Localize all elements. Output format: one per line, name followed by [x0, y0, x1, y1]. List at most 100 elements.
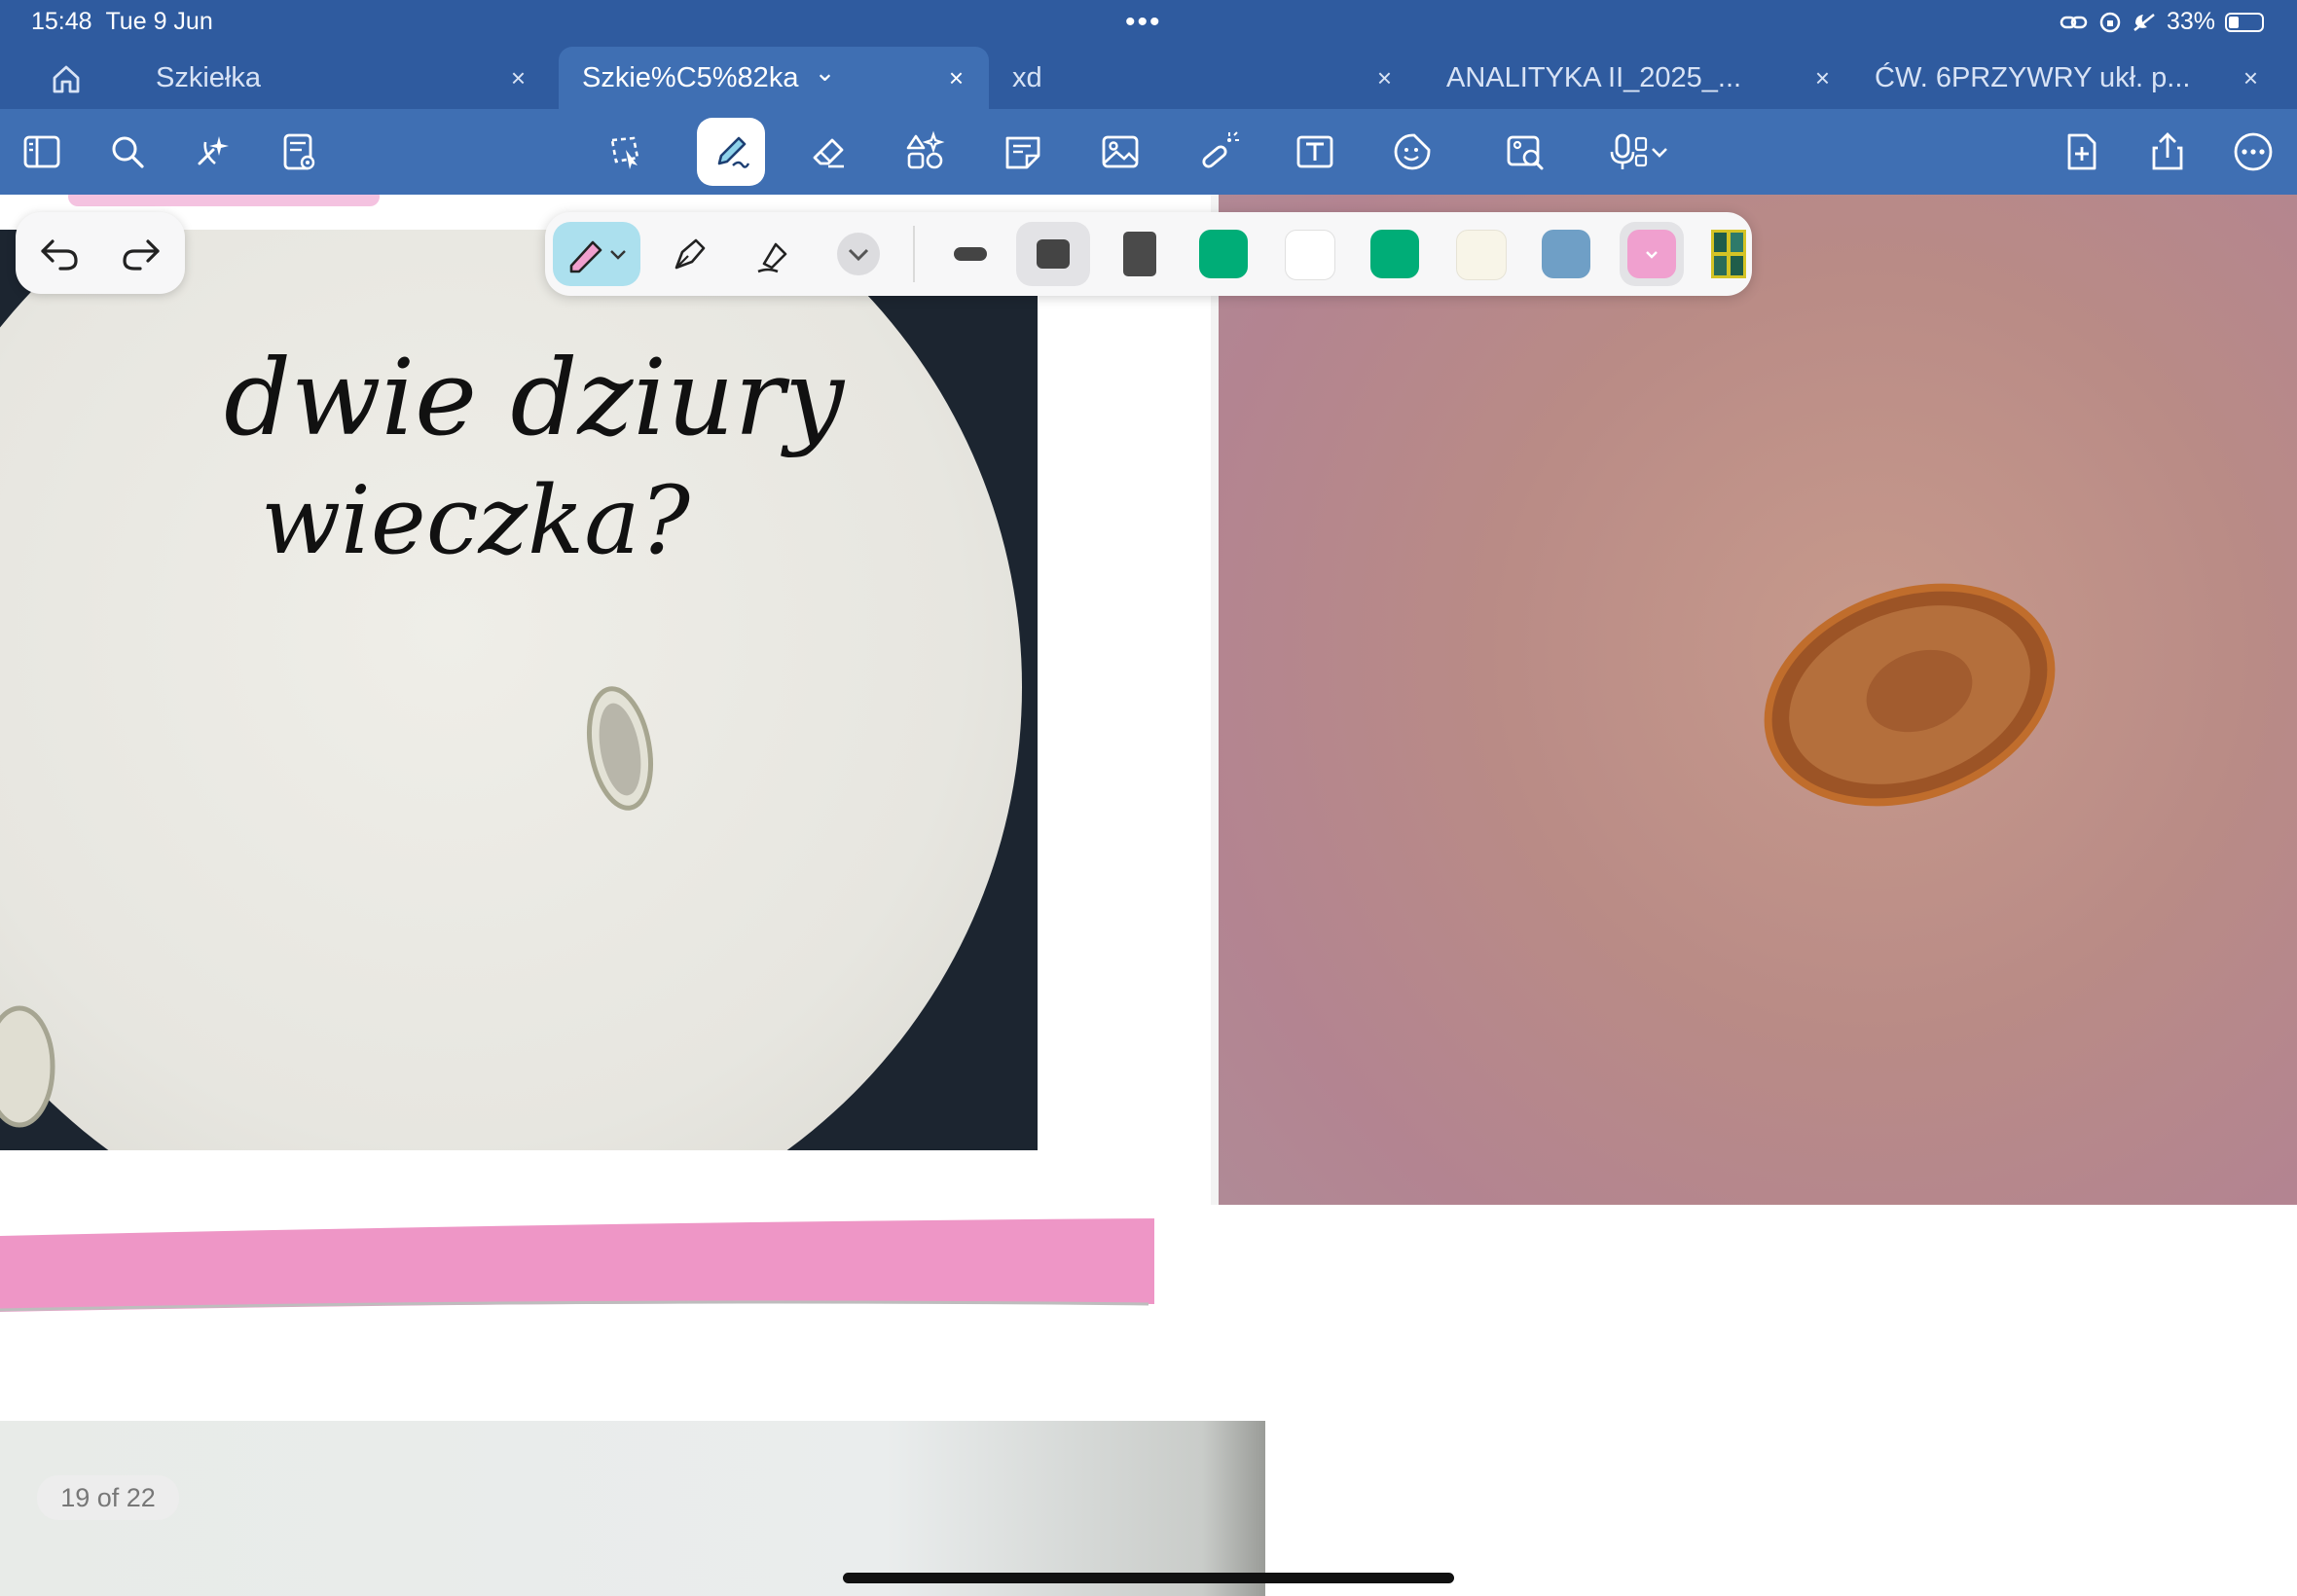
- more-button[interactable]: [2225, 125, 2281, 179]
- fountain-pen-icon: [675, 238, 706, 270]
- battery-percentage: 33%: [2166, 8, 2215, 35]
- color-swatch-green-2[interactable]: [1370, 230, 1419, 278]
- pink-highlight-strip: [0, 1218, 1154, 1312]
- tab-label: ANALITYKA II_2025_...: [1446, 62, 1742, 93]
- status-bar: 15:48 Tue 9 Jun ••• 33%: [0, 0, 2297, 47]
- color-swatch-cream[interactable]: [1456, 230, 1507, 280]
- eraser-button[interactable]: [800, 125, 857, 179]
- tab-close-icon[interactable]: ×: [949, 47, 964, 109]
- chevron-down-icon: [610, 250, 626, 260]
- undo-redo-toolbar: [16, 212, 185, 294]
- stroke-size-medium: [1037, 239, 1070, 269]
- pink-highlight-stroke: [68, 195, 380, 206]
- more-pens-button[interactable]: [833, 222, 884, 286]
- pen-type-selector[interactable]: [553, 222, 640, 286]
- stroke-size-thick: [1123, 232, 1156, 276]
- color-grid-button[interactable]: [1711, 230, 1746, 278]
- tab-label: xd: [1012, 62, 1042, 93]
- shapes-button[interactable]: [897, 125, 954, 179]
- tab-close-icon[interactable]: ×: [1815, 47, 1830, 109]
- status-date: Tue 9 Jun: [105, 8, 213, 35]
- sidebar-icon: [23, 135, 60, 168]
- tab-close-icon[interactable]: ×: [511, 47, 526, 109]
- note-canvas[interactable]: dwie dziury wieczka?: [0, 195, 2297, 1596]
- fountain-pen-button[interactable]: [656, 222, 724, 286]
- redo-icon[interactable]: [117, 230, 165, 278]
- rotation-lock-icon: [2099, 12, 2121, 32]
- parasite-egg: [587, 686, 653, 811]
- image-search-button[interactable]: [1497, 125, 1553, 179]
- parasite-egg-partial: [0, 1005, 55, 1128]
- color-swatch-blue[interactable]: [1542, 230, 1590, 278]
- text-box-button[interactable]: [1287, 125, 1343, 179]
- eraser-icon: [813, 138, 844, 168]
- undo-icon[interactable]: [35, 230, 84, 278]
- color-grid-icon: [1711, 230, 1746, 278]
- microscope-image-right[interactable]: [1211, 195, 2297, 1205]
- tab-label: Szkiełka: [156, 62, 261, 93]
- sticky-note-button[interactable]: [995, 125, 1051, 179]
- chevron-down-icon: [1652, 148, 1667, 158]
- battery-icon: [2225, 12, 2264, 32]
- multitasking-dots[interactable]: •••: [1125, 6, 1162, 39]
- link-icon: [2060, 16, 2088, 28]
- pen-icon: [717, 136, 750, 168]
- tab-close-icon[interactable]: ×: [2243, 47, 2258, 109]
- sidebar-button[interactable]: [14, 125, 70, 179]
- tab-analityka[interactable]: ANALITYKA II_2025_... ×: [1423, 47, 1855, 109]
- stroke-thick[interactable]: [1106, 222, 1174, 286]
- ai-sparkle-icon: [198, 136, 229, 165]
- image-button[interactable]: [1092, 125, 1148, 179]
- new-page-icon: [2067, 133, 2096, 170]
- audio-record-button[interactable]: [1594, 125, 1682, 179]
- brush-pen-icon: [757, 242, 787, 273]
- parasite-egg-stained: [1764, 583, 2056, 807]
- sticker-icon: [1394, 133, 1431, 170]
- pen-tool-button[interactable]: [697, 118, 765, 186]
- image-search-icon: [1507, 135, 1544, 170]
- home-indicator[interactable]: [843, 1573, 1454, 1583]
- microscope-image-bottom[interactable]: [0, 1421, 1265, 1596]
- stroke-thin[interactable]: [936, 222, 1004, 286]
- microscope-image-left[interactable]: dwie dziury wieczka?: [0, 230, 1038, 1150]
- lasso-select-icon: [610, 136, 639, 169]
- laser-pointer-icon: [1202, 131, 1239, 168]
- handwritten-note: dwie dziury wieczka?: [224, 338, 846, 575]
- lasso-button[interactable]: [598, 125, 654, 179]
- color-swatch-green[interactable]: [1199, 230, 1248, 278]
- status-time: 15:48 Tue 9 Jun: [31, 8, 213, 35]
- laser-pointer-button[interactable]: [1189, 125, 1246, 179]
- more-icon: [2234, 132, 2273, 171]
- tab-close-icon[interactable]: ×: [1377, 47, 1392, 109]
- tab-szkie-c5-82ka[interactable]: Szkie%C5%82ka ⌄ ×: [559, 47, 989, 109]
- tab-cw6-przywry[interactable]: ĆW. 6PRZYWRY ukł. p... ×: [1851, 47, 2283, 109]
- home-icon[interactable]: [43, 60, 90, 95]
- sticky-note-icon: [1005, 136, 1040, 169]
- tab-bar: Szkiełka × Szkie%C5%82ka ⌄ × xd × ANALIT…: [0, 47, 2297, 109]
- stroke-medium[interactable]: [1016, 222, 1090, 286]
- new-page-button[interactable]: [2054, 125, 2110, 179]
- document-reader-icon: [283, 133, 315, 170]
- status-indicators: 33%: [2060, 8, 2264, 36]
- share-icon: [2152, 132, 2183, 170]
- text-box-icon: [1296, 135, 1333, 168]
- chevron-down-icon[interactable]: ⌄: [815, 57, 836, 87]
- image-icon: [1102, 135, 1139, 168]
- ai-button[interactable]: [185, 125, 241, 179]
- reader-button[interactable]: [271, 125, 327, 179]
- main-toolbar: [0, 109, 2297, 195]
- tab-szkielka[interactable]: Szkiełka ×: [132, 47, 551, 109]
- search-button[interactable]: [99, 125, 156, 179]
- color-swatch-pink-selected[interactable]: [1620, 222, 1684, 286]
- stroke-size-thin: [954, 247, 987, 261]
- shapes-icon: [906, 130, 945, 169]
- tab-label: Szkie%C5%82ka ⌄: [582, 57, 836, 93]
- tab-xd[interactable]: xd ×: [989, 47, 1417, 109]
- sticker-button[interactable]: [1384, 125, 1440, 179]
- page-counter: 19 of 22: [37, 1475, 179, 1520]
- color-swatch-white[interactable]: [1285, 230, 1335, 280]
- chevron-down-icon: [1646, 251, 1658, 259]
- handwriting-line-1: dwie dziury: [224, 338, 846, 459]
- share-button[interactable]: [2139, 125, 2196, 179]
- brush-pen-button[interactable]: [742, 222, 810, 286]
